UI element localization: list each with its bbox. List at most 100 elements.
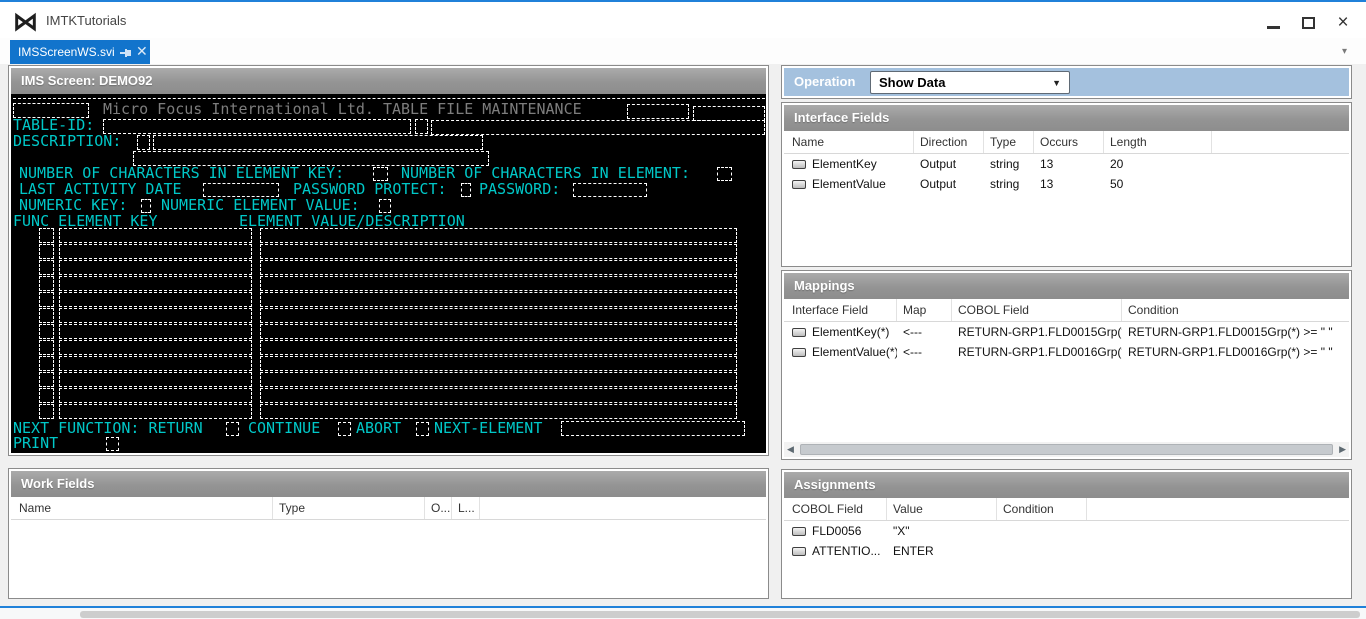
terminal-field[interactable] <box>59 276 252 291</box>
terminal-field[interactable] <box>39 372 54 387</box>
terminal-field[interactable] <box>693 106 765 121</box>
terminal-label-next-element: NEXT-ELEMENT <box>434 421 542 435</box>
terminal-field[interactable] <box>338 422 351 436</box>
terminal-field[interactable] <box>260 340 737 355</box>
mappings-h-scrollbar[interactable]: ◀ ▶ <box>784 442 1349 457</box>
terminal-field[interactable] <box>39 324 54 339</box>
terminal-field[interactable] <box>141 199 151 213</box>
tab-overflow-chevron-icon[interactable]: ▾ <box>1342 46 1347 57</box>
terminal-field[interactable] <box>260 324 737 339</box>
column-header-name[interactable]: Name <box>11 497 273 519</box>
bottom-scrollbar[interactable] <box>0 608 1366 619</box>
terminal-field[interactable] <box>103 119 411 134</box>
column-header-value[interactable]: Value <box>887 498 997 520</box>
column-header-condition[interactable]: Condition <box>997 498 1087 520</box>
field-icon <box>792 160 806 169</box>
pin-icon[interactable] <box>120 48 132 58</box>
field-icon <box>792 348 806 357</box>
terminal-field[interactable] <box>59 388 252 403</box>
terminal-field[interactable] <box>39 292 54 307</box>
terminal-field[interactable] <box>627 104 689 119</box>
column-header-interface-field[interactable]: Interface Field <box>784 299 897 321</box>
terminal-field[interactable] <box>415 119 428 134</box>
terminal-field[interactable] <box>431 120 765 135</box>
ims-terminal-screen[interactable]: Micro Focus International Ltd. TABLE FIL… <box>11 94 766 453</box>
terminal-field[interactable] <box>260 308 737 323</box>
terminal-field[interactable] <box>59 356 252 371</box>
column-header-length[interactable]: Length <box>1104 131 1212 153</box>
terminal-grid-row <box>11 228 766 244</box>
minimize-button[interactable] <box>1258 14 1288 34</box>
terminal-field[interactable] <box>260 404 737 419</box>
terminal-field[interactable] <box>39 260 54 275</box>
field-icon <box>792 527 806 536</box>
terminal-field[interactable] <box>373 167 388 181</box>
column-header-type[interactable]: Type <box>984 131 1034 153</box>
terminal-field[interactable] <box>39 404 54 419</box>
terminal-field[interactable] <box>59 324 252 339</box>
terminal-field[interactable] <box>260 372 737 387</box>
tab-imsscreenws[interactable]: IMSScreenWS.svi ✕ <box>10 40 150 64</box>
column-header-direction[interactable]: Direction <box>914 131 984 153</box>
terminal-field[interactable] <box>153 135 483 150</box>
column-header-occurs[interactable]: O... <box>425 497 452 519</box>
column-header-cobol-field[interactable]: COBOL Field <box>952 299 1122 321</box>
column-header-type[interactable]: Type <box>273 497 425 519</box>
terminal-field[interactable] <box>39 356 54 371</box>
terminal-field[interactable] <box>39 340 54 355</box>
terminal-field[interactable] <box>226 422 239 436</box>
close-button[interactable]: × <box>1328 14 1358 34</box>
terminal-field[interactable] <box>39 276 54 291</box>
terminal-field[interactable] <box>59 308 252 323</box>
column-header-map[interactable]: Map <box>897 299 952 321</box>
terminal-field[interactable] <box>260 292 737 307</box>
terminal-field[interactable] <box>59 244 252 259</box>
terminal-label-value-header: ELEMENT VALUE/DESCRIPTION <box>239 214 465 228</box>
table-row[interactable]: FLD0056 "X" <box>784 521 1349 541</box>
terminal-field[interactable] <box>137 135 150 150</box>
terminal-field[interactable] <box>379 199 391 213</box>
terminal-field[interactable] <box>203 183 279 197</box>
field-icon <box>792 547 806 556</box>
terminal-field[interactable] <box>59 292 252 307</box>
terminal-field[interactable] <box>59 260 252 275</box>
terminal-field[interactable] <box>59 372 252 387</box>
table-row[interactable]: ElementValue Outputstring 1350 <box>784 174 1349 194</box>
terminal-field[interactable] <box>573 183 647 197</box>
column-header-name[interactable]: Name <box>784 131 914 153</box>
terminal-field[interactable] <box>39 388 54 403</box>
column-header-length[interactable]: L... <box>452 497 480 519</box>
terminal-field[interactable] <box>260 276 737 291</box>
terminal-field[interactable] <box>561 421 745 436</box>
table-row[interactable]: ElementKey Outputstring 1320 <box>784 154 1349 174</box>
terminal-field[interactable] <box>39 308 54 323</box>
table-row[interactable]: ElementValue(*) <---RETURN-GRP1.FLD0016G… <box>784 342 1349 362</box>
operation-select[interactable]: Show Data ▼ <box>870 71 1070 94</box>
terminal-field[interactable] <box>106 437 119 451</box>
mappings-header: Mappings <box>784 273 1349 299</box>
terminal-field[interactable] <box>260 356 737 371</box>
maximize-button[interactable] <box>1294 14 1324 34</box>
terminal-field[interactable] <box>260 388 737 403</box>
column-header-cobol-field[interactable]: COBOL Field <box>784 498 887 520</box>
scroll-right-icon[interactable]: ▶ <box>1339 444 1346 455</box>
scroll-thumb[interactable] <box>800 444 1333 455</box>
column-header-occurs[interactable]: Occurs <box>1034 131 1104 153</box>
terminal-field[interactable] <box>59 404 252 419</box>
table-row[interactable]: ElementKey(*) <---RETURN-GRP1.FLD0015Grp… <box>784 322 1349 342</box>
terminal-field[interactable] <box>260 260 737 275</box>
terminal-field[interactable] <box>260 228 737 243</box>
terminal-field[interactable] <box>59 340 252 355</box>
terminal-field[interactable] <box>416 422 429 436</box>
terminal-field[interactable] <box>717 167 732 181</box>
scroll-left-icon[interactable]: ◀ <box>787 444 794 455</box>
table-row[interactable]: ATTENTIO... ENTER <box>784 541 1349 561</box>
terminal-field[interactable] <box>39 228 54 243</box>
terminal-field[interactable] <box>461 183 471 197</box>
terminal-field[interactable] <box>39 244 54 259</box>
terminal-field[interactable] <box>59 228 252 243</box>
terminal-field[interactable] <box>260 244 737 259</box>
terminal-label-numeric-key: NUMERIC KEY: <box>19 198 127 212</box>
column-header-condition[interactable]: Condition <box>1122 299 1349 321</box>
tab-close-icon[interactable]: ✕ <box>136 43 148 60</box>
